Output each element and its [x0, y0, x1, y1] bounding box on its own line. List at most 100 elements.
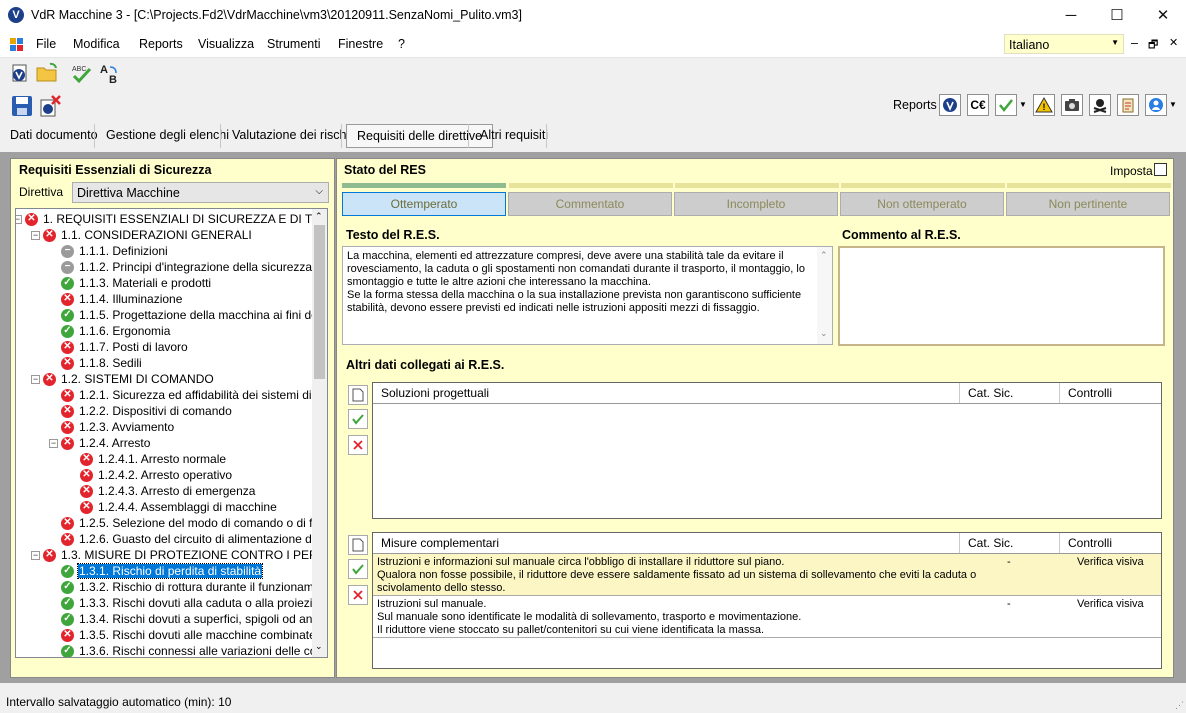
- menu-strumenti[interactable]: Strumenti: [267, 37, 321, 51]
- menu-help[interactable]: ?: [398, 37, 405, 51]
- tree-node[interactable]: − ✕ 1.2.4. Arresto: [49, 435, 151, 451]
- menu-reports[interactable]: Reports: [139, 37, 183, 51]
- edit-misura-button[interactable]: [348, 559, 368, 579]
- tree-node[interactable]: ✓ 1.3.4. Rischi dovuti a superfici, spigo…: [61, 611, 327, 627]
- menu-finestre[interactable]: Finestre: [338, 37, 383, 51]
- testo-scrollbar[interactable]: ⌃ ⌄: [817, 247, 832, 344]
- report-check-button[interactable]: [995, 94, 1017, 116]
- state-non-pertinente-button[interactable]: Non pertinente: [1006, 192, 1170, 216]
- minimize-button[interactable]: ─: [1048, 0, 1094, 31]
- menu-visualizza[interactable]: Visualizza: [198, 37, 254, 51]
- edit-soluzione-button[interactable]: [348, 409, 368, 429]
- close-document-icon[interactable]: [38, 94, 62, 121]
- chevron-up-icon[interactable]: ⌃: [820, 249, 828, 262]
- menu-modifica[interactable]: Modifica: [73, 37, 120, 51]
- col-cat-sic[interactable]: Cat. Sic.: [960, 383, 1060, 403]
- collapse-toggle-icon[interactable]: −: [31, 230, 40, 240]
- report-ce-button[interactable]: C€: [967, 94, 989, 116]
- collapse-toggle-icon[interactable]: −: [31, 550, 40, 560]
- maximize-button[interactable]: ☐: [1094, 0, 1140, 31]
- delete-soluzione-button[interactable]: [348, 435, 368, 455]
- mdi-close-button[interactable]: ✕: [1169, 36, 1178, 49]
- tree-node[interactable]: ✕ 1.2.2. Dispositivi di comando: [61, 403, 233, 419]
- report-user-button[interactable]: [1145, 94, 1167, 116]
- tree-node[interactable]: ✓ 1.1.3. Materiali e prodotti: [61, 275, 212, 291]
- report-vdr-button[interactable]: [939, 94, 961, 116]
- chevron-down-icon[interactable]: ⌄: [315, 641, 323, 652]
- tree-node[interactable]: ✓ 1.3.1. Rischio di perdita di stabilità: [61, 563, 264, 579]
- report-warning-button[interactable]: !: [1033, 94, 1055, 116]
- res-tree[interactable]: − ✕ 1. REQUISITI ESSENZIALI DI SICUREZZA E…: [15, 208, 328, 658]
- collapse-toggle-icon[interactable]: −: [31, 374, 40, 384]
- tree-node[interactable]: ✕ 1.2.4.3. Arresto di emergenza: [80, 483, 256, 499]
- col-controlli[interactable]: Controlli: [1060, 533, 1161, 553]
- chevron-down-icon[interactable]: ▼: [1019, 100, 1027, 109]
- state-incompleto-button[interactable]: Incompleto: [674, 192, 838, 216]
- tree-node[interactable]: − ✕ 1.3. MISURE DI PROTEZIONE CONTRO I PER…: [31, 547, 322, 563]
- resize-grip-icon[interactable]: ⋰: [1175, 700, 1184, 711]
- tree-node[interactable]: ✕ 1.2.1. Sicurezza ed affidabilità dei si…: [61, 387, 327, 403]
- mdi-restore-button[interactable]: 🗗: [1148, 36, 1158, 55]
- misure-grid[interactable]: Misure complementari Cat. Sic. Controlli…: [372, 532, 1162, 669]
- soluzioni-grid[interactable]: Soluzioni progettuali Cat. Sic. Controll…: [372, 382, 1162, 519]
- mdi-minimize-button[interactable]: –: [1131, 36, 1138, 50]
- directive-select[interactable]: Direttiva Macchine ⌵: [72, 182, 329, 203]
- tree-scrollbar[interactable]: ⌃ ⌄: [312, 209, 327, 657]
- state-ottemperato-button[interactable]: Ottemperato: [342, 192, 506, 216]
- tree-node[interactable]: ✓ 1.3.3. Rischi dovuti alla caduta o alla…: [61, 595, 327, 611]
- state-non-ottemperato-button[interactable]: Non ottemperato: [840, 192, 1004, 216]
- tree-node[interactable]: −1.1.2. Principi d'integrazione della si…: [61, 259, 313, 275]
- tree-node[interactable]: − ✕ 1. REQUISITI ESSENZIALI DI SICUREZZA E…: [16, 211, 322, 227]
- tree-node[interactable]: ✓ 1.1.5. Progettazione della macchina ai …: [61, 307, 324, 323]
- tab-altri-requisiti[interactable]: Altri requisiti: [470, 122, 558, 149]
- tree-node[interactable]: ✕ 1.1.8. Sedili: [61, 355, 143, 371]
- delete-misura-button[interactable]: [348, 585, 368, 605]
- col-soluzioni[interactable]: Soluzioni progettuali: [373, 383, 960, 403]
- state-commentato-button[interactable]: Commentato: [508, 192, 672, 216]
- tab-valutazione-rischi[interactable]: Valutazione dei rischi: [222, 122, 359, 149]
- menu-file[interactable]: File: [36, 37, 56, 51]
- tree-node[interactable]: ✕ 1.2.4.1. Arresto normale: [80, 451, 227, 467]
- language-select[interactable]: Italiano ▼: [1004, 34, 1124, 54]
- tree-node[interactable]: ✕ 1.3.5. Rischi dovuti alle macchine comb…: [61, 627, 317, 643]
- tree-node[interactable]: − ✕ 1.2. SISTEMI DI COMANDO: [31, 371, 215, 387]
- add-soluzione-button[interactable]: [348, 385, 368, 405]
- collapse-toggle-icon[interactable]: −: [49, 438, 58, 448]
- col-controlli[interactable]: Controlli: [1060, 383, 1161, 403]
- tree-node[interactable]: ✕ 1.1.4. Illuminazione: [61, 291, 183, 307]
- tree-node[interactable]: ✕ 1.2.3. Avviamento: [61, 419, 175, 435]
- scrollbar-thumb[interactable]: [314, 225, 325, 379]
- translate-icon[interactable]: AB: [98, 61, 122, 88]
- chevron-up-icon[interactable]: ⌃: [315, 211, 323, 222]
- chevron-down-icon[interactable]: ▼: [1169, 100, 1177, 109]
- tree-node[interactable]: ✓ 1.3.2. Rischio di rottura durante il fu…: [61, 579, 325, 595]
- spellcheck-icon[interactable]: ABC: [70, 61, 94, 88]
- tree-node[interactable]: ✕ 1.2.5. Selezione del modo di comando o …: [61, 515, 324, 531]
- commento-res-textarea[interactable]: [838, 246, 1165, 346]
- report-clipboard-button[interactable]: [1117, 94, 1139, 116]
- table-row[interactable]: Istruzioni e informazioni sul manuale ci…: [373, 554, 1161, 596]
- table-row[interactable]: Istruzioni sul manuale. Sul manuale sono…: [373, 596, 1161, 638]
- tree-node[interactable]: ✓ 1.3.6. Rischi connessi alle variazioni …: [61, 643, 324, 657]
- tree-node[interactable]: ✕ 1.2.6. Guasto del circuito di alimentaz…: [61, 531, 325, 547]
- report-hazard-button[interactable]: [1089, 94, 1111, 116]
- tree-node[interactable]: ✓ 1.1.6. Ergonomia: [61, 323, 171, 339]
- tab-gestione-elenchi[interactable]: Gestione degli elenchi: [96, 122, 239, 149]
- open-folder-icon[interactable]: [35, 61, 59, 88]
- tree-node[interactable]: −1.1.1. Definizioni: [61, 243, 169, 259]
- col-misure[interactable]: Misure complementari: [373, 533, 960, 553]
- tab-dati-documento[interactable]: Dati documento: [0, 122, 108, 149]
- close-button[interactable]: ✕: [1140, 0, 1186, 31]
- tree-node[interactable]: − ✕ 1.1. CONSIDERAZIONI GENERALI: [31, 227, 253, 243]
- save-icon[interactable]: [10, 94, 34, 121]
- new-document-icon[interactable]: [8, 61, 32, 88]
- report-camera-button[interactable]: [1061, 94, 1083, 116]
- add-misura-button[interactable]: [348, 535, 368, 555]
- col-cat-sic[interactable]: Cat. Sic.: [960, 533, 1060, 553]
- testo-res-textarea[interactable]: La macchina, elementi ed attrezzature co…: [342, 246, 833, 345]
- chevron-down-icon[interactable]: ⌄: [820, 327, 828, 340]
- tree-node[interactable]: ✕ 1.2.4.2. Arresto operativo: [80, 467, 233, 483]
- imposta-checkbox[interactable]: [1154, 163, 1167, 176]
- collapse-toggle-icon[interactable]: −: [16, 214, 22, 224]
- tree-node[interactable]: ✕ 1.1.7. Posti di lavoro: [61, 339, 189, 355]
